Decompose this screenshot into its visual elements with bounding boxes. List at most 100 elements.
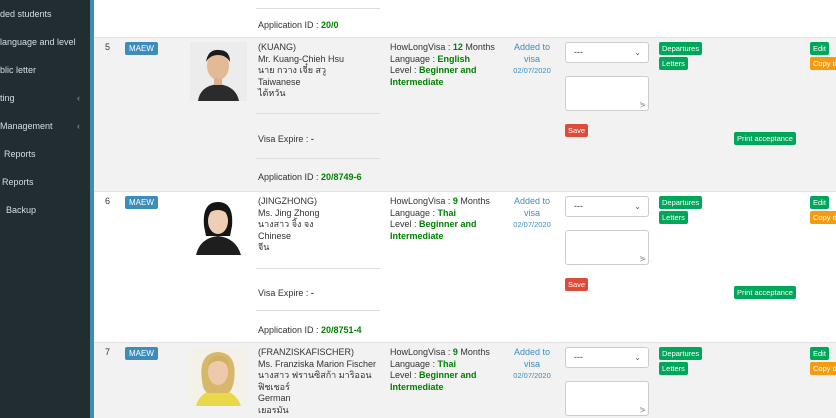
edit-button[interactable]: Edit — [810, 196, 829, 209]
sidebar-item-label: blic letter — [0, 65, 37, 75]
student-nationality: Chinese — [258, 230, 292, 241]
student-photo — [190, 42, 247, 101]
added-to-visa: Added to visa 02/07/2020 — [504, 196, 560, 231]
student-info: (FRANZISKAFISCHER) Ms. Franziska Marion … — [258, 347, 386, 416]
school-tag: MAEW — [125, 196, 158, 209]
visa-expire: Visa Expire : - — [258, 134, 314, 144]
student-info: (JINGZHONG) Ms. Jing Zhong นางสาว จิ้ง จ… — [258, 196, 383, 254]
sidebar-item-label: language and level — [0, 37, 76, 47]
student-name-th: นางสาว ฟรานซิสก้า มาริออน ฟิชเชอร์ — [258, 370, 372, 392]
resize-grip-icon: ⋟ — [639, 405, 646, 414]
table-row: 6 MAEW (JINGZHONG) Ms. Jing Zhong นางสาว… — [94, 192, 836, 343]
added-to-visa: Added to visa 02/07/2020 — [504, 347, 560, 382]
students-table: Application ID : 20/0 5 MAEW (KUANG) Mr.… — [94, 0, 836, 418]
chevron-left-icon: ‹ — [77, 93, 80, 103]
resize-grip-icon: ⋟ — [639, 254, 646, 263]
added-date: 02/07/2020 — [513, 66, 551, 75]
row-number: 7 — [105, 347, 111, 357]
divider — [256, 158, 380, 159]
copy-button[interactable]: Copy d — [810, 362, 836, 375]
added-to-visa: Added to visa 02/07/2020 — [504, 42, 560, 77]
student-nickname: (JINGZHONG) — [258, 196, 317, 206]
print-acceptance-button[interactable]: Print acceptance — [734, 132, 796, 145]
student-name-en: Ms. Franziska Marion Fischer — [258, 358, 377, 369]
student-nationality: Taiwanese — [258, 76, 301, 87]
chevron-down-icon: ⌄ — [634, 202, 641, 211]
school-tag: MAEW — [125, 347, 158, 360]
student-nickname: (KUANG) — [258, 42, 296, 52]
sidebar-item-reports-2[interactable]: Reports — [0, 172, 90, 192]
student-photo — [190, 347, 247, 406]
sidebar-item-label: ting — [0, 93, 15, 103]
print-acceptance-button[interactable]: Print acceptance — [734, 286, 796, 299]
table-row: 7 MAEW (FRANZISKAFISCHER) Ms. Franziska … — [94, 343, 836, 418]
note-textarea[interactable]: ⋟ — [565, 381, 649, 416]
language-value: Thai — [437, 358, 457, 369]
visa-months: 12 — [452, 42, 463, 52]
visa-details: HowLongVisa : 12 Months Language : Engli… — [390, 42, 495, 87]
sidebar-item-public-letter[interactable]: blic letter — [0, 60, 90, 80]
table-row: Application ID : 20/0 — [94, 0, 836, 37]
language-value: Thai — [437, 207, 457, 218]
divider — [256, 8, 380, 9]
sidebar-item-label: Backup — [6, 205, 37, 215]
row-number: 6 — [105, 196, 111, 206]
departures-button[interactable]: Departures — [659, 347, 703, 360]
student-name-en: Mr. Kuang-Chieh Hsu — [258, 53, 345, 64]
save-button[interactable]: Save — [565, 124, 589, 137]
status-select[interactable]: --- ⌄ — [565, 347, 649, 368]
sidebar-item-management[interactable]: Management ‹ — [0, 116, 90, 136]
chevron-down-icon: ⌄ — [634, 353, 641, 362]
note-textarea[interactable]: ⋟ — [565, 76, 649, 111]
divider — [256, 268, 380, 269]
sidebar-item-reports[interactable]: Reports — [0, 144, 90, 164]
student-nationality-th: เยอรมัน — [258, 404, 289, 415]
student-name-th: นาย กวาง เจี๋ย สวู — [258, 65, 327, 75]
school-tag: MAEW — [125, 42, 158, 55]
status-select[interactable]: --- ⌄ — [565, 42, 649, 63]
departures-button[interactable]: Departures — [659, 42, 703, 55]
chevron-left-icon: ‹ — [77, 121, 80, 131]
student-nationality-th: จีน — [258, 242, 270, 252]
save-button[interactable]: Save — [565, 278, 589, 291]
letters-button[interactable]: Letters — [659, 362, 688, 375]
status-select[interactable]: --- ⌄ — [565, 196, 649, 217]
table-row: 5 MAEW (KUANG) Mr. Kuang-Chieh Hsu นาย ก… — [94, 38, 836, 191]
sidebar-item-label: Reports — [4, 149, 36, 159]
sidebar-item-setting[interactable]: ting ‹ — [0, 88, 90, 108]
sidebar-item-added-students[interactable]: ded students — [0, 4, 90, 24]
application-id: Application ID : 20/8751-4 — [258, 325, 362, 335]
edit-button[interactable]: Edit — [810, 347, 829, 360]
row-number: 5 — [105, 42, 111, 52]
departures-button[interactable]: Departures — [659, 196, 703, 209]
student-nickname: (FRANZISKAFISCHER) — [258, 347, 355, 357]
application-id: Application ID : 20/8749-6 — [258, 172, 362, 182]
letters-button[interactable]: Letters — [659, 57, 688, 70]
sidebar: ded students language and level blic let… — [0, 0, 90, 418]
student-nationality-th: ไต้หวัน — [258, 88, 286, 98]
sidebar-item-label: Reports — [2, 177, 34, 187]
added-date: 02/07/2020 — [513, 371, 551, 380]
visa-expire: Visa Expire : - — [258, 288, 314, 298]
copy-button[interactable]: Copy d — [810, 57, 836, 70]
sidebar-item-label: ded students — [0, 9, 52, 19]
application-id: Application ID : 20/0 — [258, 20, 339, 30]
sidebar-item-language-level[interactable]: language and level — [0, 32, 90, 52]
edit-button[interactable]: Edit — [810, 42, 829, 55]
student-name-en: Ms. Jing Zhong — [258, 207, 320, 218]
sidebar-item-label: Management — [0, 121, 53, 131]
visa-details: HowLongVisa : 9 Months Language : Thai L… — [390, 347, 490, 392]
student-name-th: นางสาว จิ้ง จง — [258, 219, 314, 229]
visa-details: HowLongVisa : 9 Months Language : Thai L… — [390, 196, 490, 241]
note-textarea[interactable]: ⋟ — [565, 230, 649, 265]
student-info: (KUANG) Mr. Kuang-Chieh Hsu นาย กวาง เจี… — [258, 42, 383, 100]
resize-grip-icon: ⋟ — [639, 100, 646, 109]
student-nationality: German — [258, 393, 291, 403]
student-photo — [190, 196, 247, 255]
sidebar-item-backup[interactable]: Backup — [0, 200, 90, 220]
added-date: 02/07/2020 — [513, 220, 551, 229]
divider — [256, 310, 380, 311]
chevron-down-icon: ⌄ — [634, 48, 641, 57]
copy-button[interactable]: Copy d — [810, 211, 836, 224]
letters-button[interactable]: Letters — [659, 211, 688, 224]
